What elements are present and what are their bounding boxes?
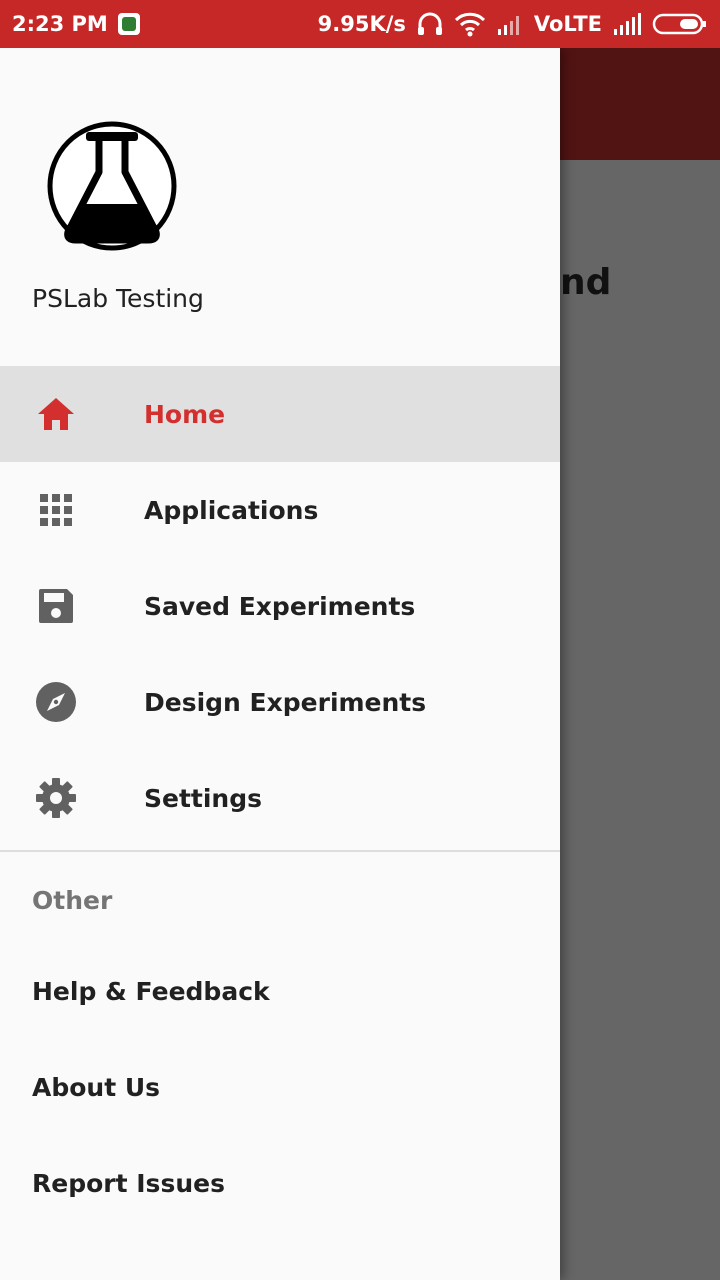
volte-label: VoLTE	[533, 12, 602, 36]
drawer-header: PSLab Testing	[0, 48, 560, 366]
section-header-label: Other	[32, 886, 113, 915]
menu-item-label: Saved Experiments	[144, 591, 416, 621]
background-title-fragment: nd	[560, 262, 612, 303]
menu-item-label: Help & Feedback	[32, 977, 270, 1006]
section-header-other: Other	[0, 852, 560, 946]
flask-icon	[46, 120, 178, 252]
menu-item-saved-experiments[interactable]: Saved Experiments	[0, 558, 560, 654]
status-time: 2:23 PM	[12, 12, 108, 36]
menu-item-label: Home	[144, 399, 226, 429]
menu-item-design-experiments[interactable]: Design Experiments	[0, 654, 560, 750]
menu-item-label: About Us	[32, 1073, 161, 1102]
menu-item-report-issues[interactable]: Report Issues	[0, 1138, 560, 1234]
menu-item-label: Settings	[144, 783, 263, 813]
saavn-app-icon	[117, 13, 140, 35]
status-bar: 2:23 PM 9.95K/s VoLTE	[0, 0, 720, 48]
gear-icon	[34, 778, 78, 818]
wifi-icon	[454, 11, 486, 37]
signal-icon	[496, 13, 524, 35]
menu-item-about-us[interactable]: About Us	[0, 1042, 560, 1138]
home-icon	[34, 394, 78, 434]
menu-item-label: Report Issues	[32, 1169, 225, 1198]
network-speed: 9.95K/s	[317, 12, 406, 36]
menu-item-applications[interactable]: Applications	[0, 462, 560, 558]
menu-item-label: Design Experiments	[144, 687, 427, 717]
menu-item-settings[interactable]: Settings	[0, 750, 560, 846]
menu-item-home[interactable]: Home	[0, 366, 560, 462]
navigation-drawer: PSLab Testing Home Applications Saved Ex…	[0, 48, 560, 1280]
menu-item-label: Applications	[144, 495, 319, 525]
drawer-title: PSLab Testing	[32, 284, 204, 313]
battery-icon	[652, 12, 708, 36]
save-icon	[34, 586, 78, 626]
compass-icon	[34, 682, 78, 722]
signal-icon	[612, 13, 642, 35]
menu-item-help-feedback[interactable]: Help & Feedback	[0, 946, 560, 1042]
headset-icon	[416, 11, 444, 37]
apps-grid-icon	[34, 490, 78, 530]
